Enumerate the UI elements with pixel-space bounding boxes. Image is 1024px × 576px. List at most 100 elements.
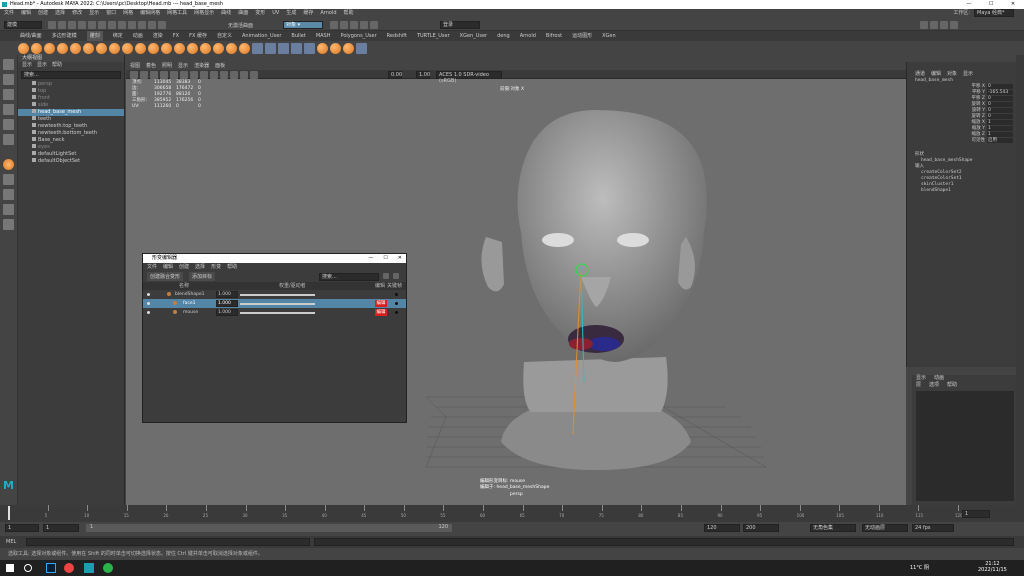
layer-tab-display[interactable]: 显示 <box>916 375 926 382</box>
paint-select-icon[interactable] <box>3 89 14 100</box>
menu-item[interactable]: 网格显示 <box>194 9 214 18</box>
shelf-tab[interactable]: 绑定 <box>113 31 123 41</box>
grab-tool-icon[interactable] <box>57 42 68 54</box>
shelf-tab[interactable]: FX 缓存 <box>189 31 207 41</box>
edit-target-button[interactable]: 编辑 <box>375 309 387 316</box>
amplify-tool-icon[interactable] <box>226 42 237 54</box>
render-frame-icon[interactable] <box>340 21 348 29</box>
menu-item[interactable]: 显示 <box>89 9 99 18</box>
channel-value[interactable]: 0 <box>987 114 1013 119</box>
create-blendshape-button[interactable]: 创建融合变形 <box>147 272 184 281</box>
outliner-item[interactable]: top <box>18 88 124 95</box>
menu-item[interactable]: 变形 <box>255 9 265 18</box>
outliner-item[interactable]: persp <box>18 81 124 88</box>
grid-toggle-icon[interactable] <box>160 71 168 79</box>
edit-target-button[interactable]: 编辑 <box>375 300 387 307</box>
bookmark-icon[interactable] <box>140 71 148 79</box>
outliner-menu-item[interactable]: 显示 <box>37 62 47 69</box>
shape-editor-menu-item[interactable]: 选择 <box>195 263 205 271</box>
outliner-item[interactable]: eyes <box>18 144 124 151</box>
shelf-tab[interactable]: FX <box>173 31 179 41</box>
visibility-toggle-icon[interactable] <box>147 302 150 305</box>
keyframe-indicator-icon[interactable] <box>395 311 398 314</box>
menu-item[interactable]: 文件 <box>4 9 14 18</box>
shelf-tab[interactable]: Arnold <box>520 31 536 41</box>
menu-item[interactable]: 编辑网格 <box>140 9 160 18</box>
channel-row[interactable]: 可见性 启用 <box>907 138 1016 144</box>
mask-tool-icon[interactable] <box>252 42 263 54</box>
shelf-tab[interactable]: 运动图形 <box>572 31 592 41</box>
add-target-button[interactable]: 添加目标 <box>189 272 216 281</box>
outliner-menu-item[interactable]: 显示 <box>22 62 32 69</box>
hypershade-icon[interactable] <box>370 21 378 29</box>
fill-tool-icon[interactable] <box>174 42 185 54</box>
render-view-icon[interactable] <box>330 21 338 29</box>
mesh-tool-icon[interactable] <box>291 42 302 54</box>
select-hierarchy-icon[interactable] <box>98 21 106 29</box>
channel-tab[interactable]: 对象 <box>947 70 957 78</box>
anim-layer-dropdown[interactable]: 无动画层 <box>862 524 908 532</box>
colorspace-dropdown[interactable]: ACES 1.0 SDR-video (sRGB) <box>436 71 502 84</box>
outliner-item[interactable]: side <box>18 102 124 109</box>
outliner-search-input[interactable]: 搜索... <box>21 71 121 79</box>
undo-icon[interactable] <box>78 21 86 29</box>
max-frame-field[interactable]: 200 <box>743 524 779 532</box>
object-mode-dropdown[interactable]: 对象 ▾ <box>283 21 323 29</box>
select-component-icon[interactable] <box>118 21 126 29</box>
shelf-tab[interactable]: 多边形建模 <box>52 31 77 41</box>
channel-value[interactable]: 1 <box>987 126 1013 131</box>
outliner-item[interactable]: newteeth:top_teeth <box>18 123 124 130</box>
relax-tool-icon[interactable] <box>44 42 55 54</box>
last-tool-icon[interactable] <box>3 159 14 170</box>
input-node[interactable]: blendShape1 <box>907 188 1016 194</box>
current-frame-field[interactable]: 1 <box>962 510 990 518</box>
time-slider[interactable]: 5 10 15 20 25 30 35 40 45 50 55 60 65 70 75 80 85 90 95 100… <box>0 505 1024 522</box>
pinch-tool-icon[interactable] <box>70 42 81 54</box>
weight-slider[interactable] <box>240 312 315 314</box>
repeat-tool-icon[interactable] <box>122 42 133 54</box>
camera-attr-icon[interactable] <box>130 71 138 79</box>
freeze-tool-icon[interactable] <box>239 42 250 54</box>
shelf-tab[interactable]: Bifrost <box>546 31 562 41</box>
shelf-tab[interactable]: 自定义 <box>217 31 232 41</box>
viewport-menu-item[interactable]: 渲染器 <box>194 62 209 70</box>
gamma-field[interactable]: 1.00 <box>416 71 430 79</box>
character-set-dropdown[interactable]: 无角色集 <box>810 524 856 532</box>
menu-item[interactable]: 网格工具 <box>167 9 187 18</box>
snap-plane-icon[interactable] <box>158 21 166 29</box>
wax-tool-icon[interactable] <box>148 42 159 54</box>
shape-row[interactable]: face1 1.000 编辑 <box>143 299 406 308</box>
snap-point-icon[interactable] <box>148 21 156 29</box>
chrome-app-icon[interactable] <box>64 563 74 573</box>
channel-value[interactable]: 1 <box>987 132 1013 137</box>
scale-tool-icon[interactable] <box>3 134 14 145</box>
spray-tool-icon[interactable] <box>109 42 120 54</box>
resolution-gate-icon[interactable] <box>180 71 188 79</box>
xray-icon[interactable] <box>240 71 248 79</box>
channel-value[interactable]: 启用 <box>987 138 1013 143</box>
four-view-icon[interactable] <box>3 189 14 200</box>
snap-curve-icon[interactable] <box>138 21 146 29</box>
shape-editor-close[interactable]: ✕ <box>398 254 402 263</box>
weight-field[interactable]: 1.000 <box>216 300 238 307</box>
sign-in-dropdown[interactable]: 登录 <box>440 21 480 29</box>
mel-label[interactable]: MEL <box>6 539 16 545</box>
menu-item[interactable]: 缓存 <box>303 9 313 18</box>
shelf-tab[interactable]: 动画 <box>133 31 143 41</box>
menu-item[interactable]: 生成 <box>286 9 296 18</box>
weather-widget[interactable]: 11°C 阴 <box>910 564 929 571</box>
shape-editor-menu-item[interactable]: 创建 <box>179 263 189 271</box>
shelf-tab[interactable]: XGen_User <box>460 31 487 41</box>
shape-editor-maximize[interactable]: ☐ <box>383 254 387 263</box>
shape-search-input[interactable]: 搜索... <box>319 273 379 281</box>
layout-icon[interactable] <box>3 204 14 215</box>
shape-editor-menu-item[interactable]: 编辑 <box>163 263 173 271</box>
viewport-menu-item[interactable]: 面板 <box>215 62 225 70</box>
maximize-button[interactable]: ☐ <box>980 0 1002 9</box>
film-gate-icon[interactable] <box>170 71 178 79</box>
layer-tab-anim[interactable]: 动画 <box>934 375 944 382</box>
windows-start-icon[interactable] <box>6 564 14 572</box>
menu-item[interactable]: 曲面 <box>238 9 248 18</box>
shape-editor-menu-item[interactable]: 文件 <box>147 263 157 271</box>
scrape-tool-icon[interactable] <box>161 42 172 54</box>
